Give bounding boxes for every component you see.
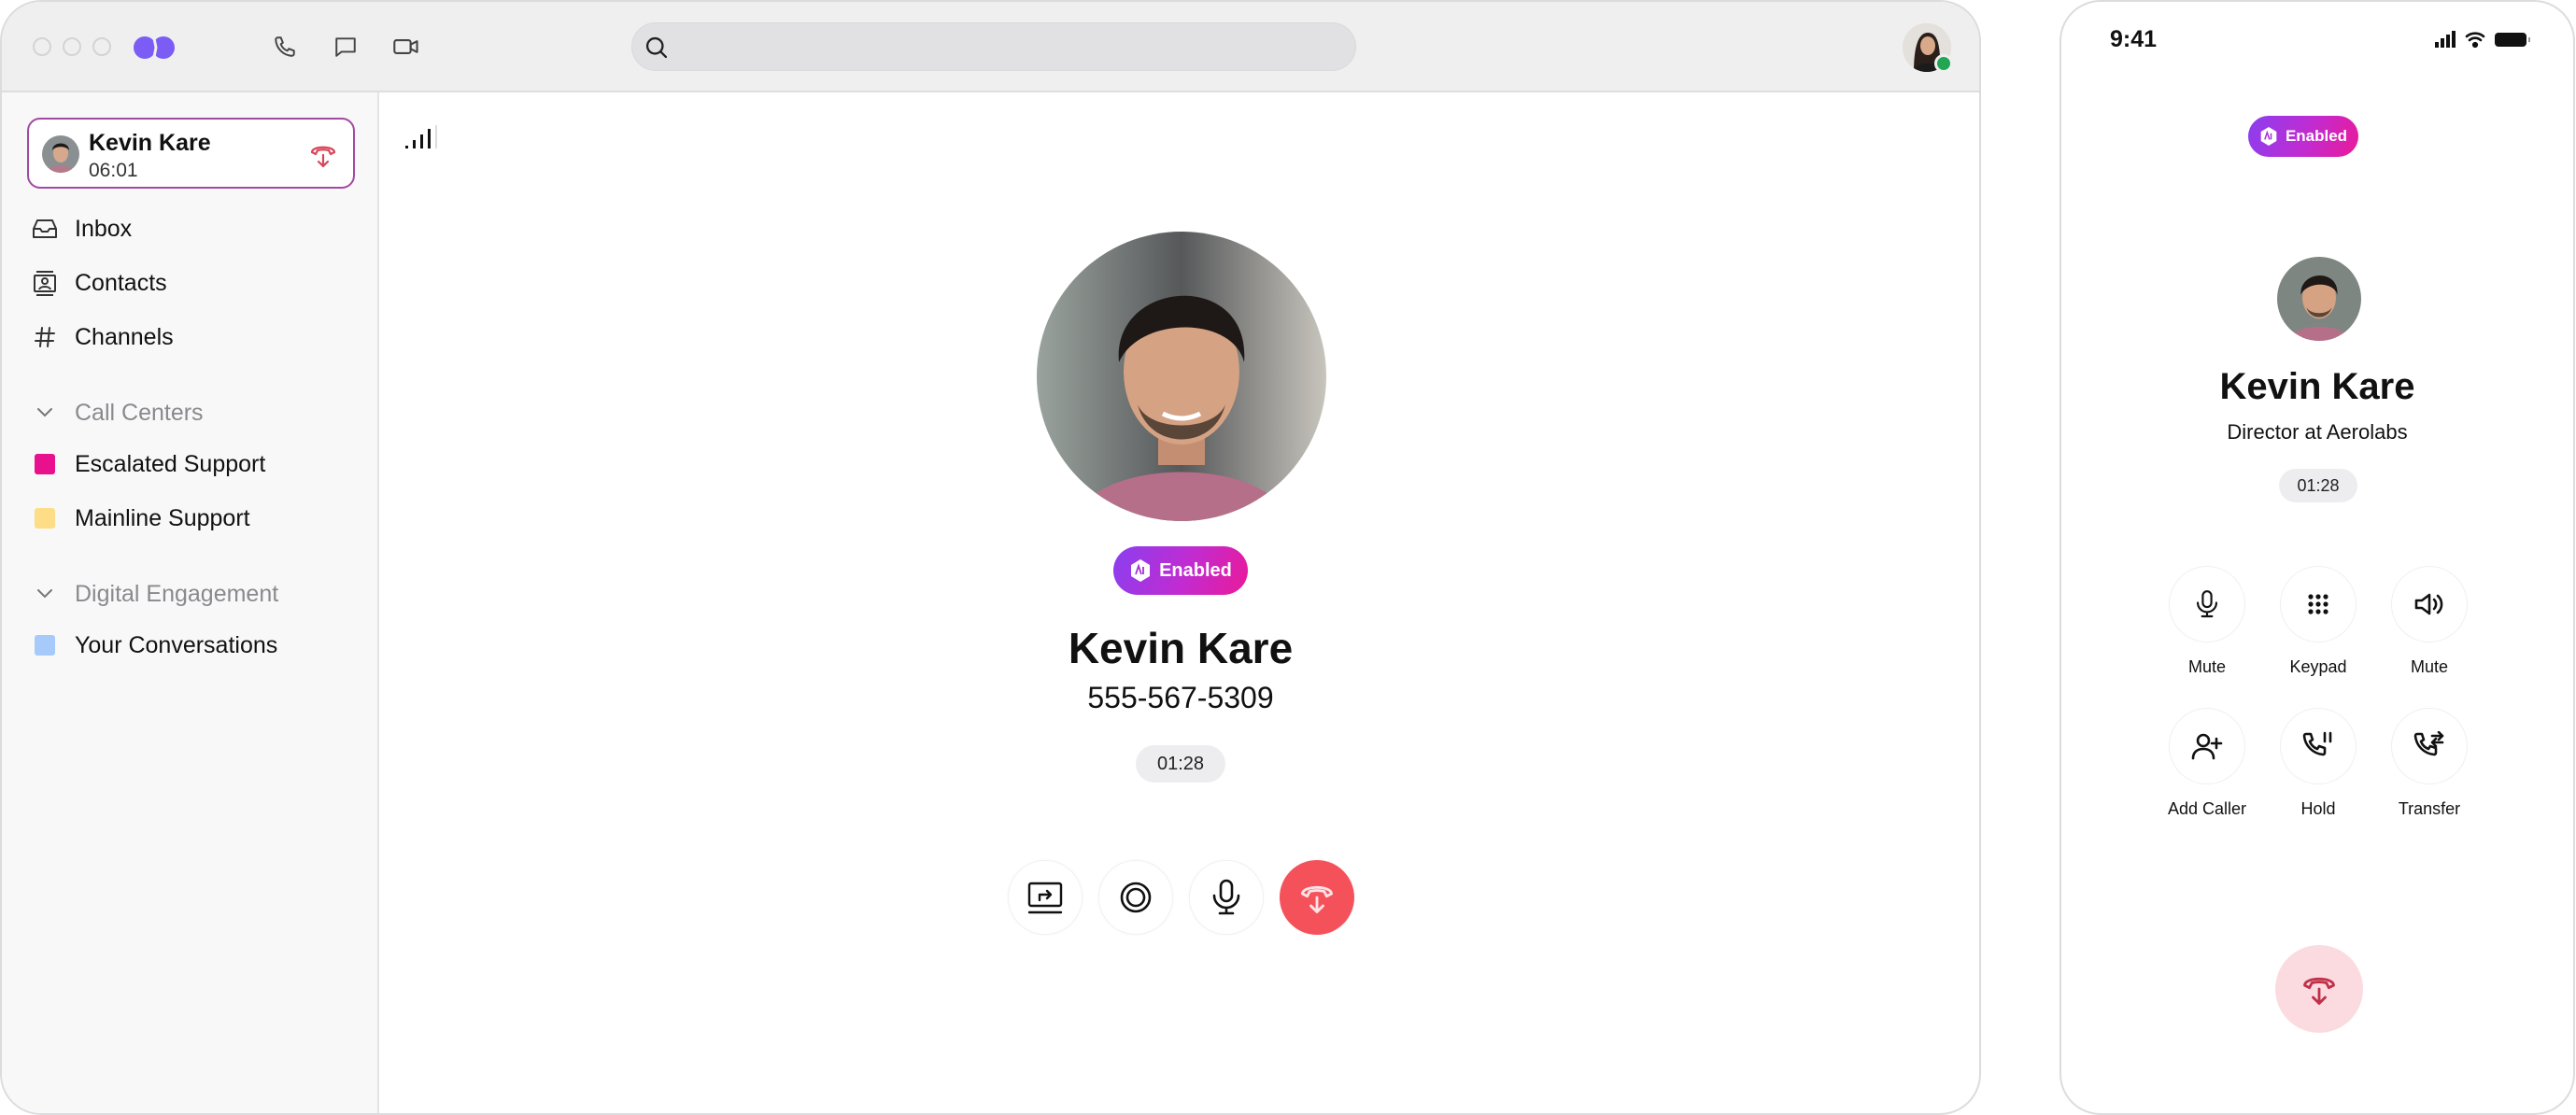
- sidebar-item-label: Contacts: [75, 269, 167, 296]
- add-caller-button[interactable]: [2169, 708, 2245, 784]
- window-minimize-button[interactable]: [63, 37, 81, 56]
- microphone-icon: [2196, 590, 2218, 618]
- section-title: Digital Engagement: [75, 580, 279, 607]
- add-user-icon: [2191, 733, 2223, 760]
- window-close-button[interactable]: [33, 37, 51, 56]
- sidebar-item-label: Escalated Support: [75, 450, 266, 477]
- desktop-app-window: Kevin Kare 06:01 Inbox Contacts Channels: [0, 0, 1981, 1115]
- section-header-call-centers[interactable]: Call Centers: [2, 389, 377, 436]
- sidebar-item-label: Your Conversations: [75, 631, 278, 658]
- contacts-icon: [32, 270, 58, 296]
- transfer-label: Transfer: [2398, 799, 2461, 818]
- sidebar-item-inbox[interactable]: Inbox: [2, 205, 377, 252]
- wifi-icon: [2465, 32, 2485, 49]
- phone-icon[interactable]: [271, 33, 299, 61]
- call-timer: 01:28: [2279, 469, 2357, 502]
- chat-icon[interactable]: [332, 33, 360, 61]
- caller-avatar: [42, 135, 79, 173]
- ai-hexagon-icon: [1129, 558, 1152, 583]
- hold-icon: [2302, 731, 2332, 756]
- record-button[interactable]: [1098, 860, 1173, 935]
- caller-photo: [2277, 257, 2361, 341]
- sidebar-item-your-conversations[interactable]: Your Conversations: [2, 622, 377, 669]
- end-call-button[interactable]: [2275, 945, 2363, 1033]
- speaker-icon: [2414, 593, 2443, 615]
- ai-enabled-badge: Enabled: [2248, 116, 2358, 157]
- app-logo-icon: [134, 33, 175, 63]
- record-icon: [1120, 882, 1152, 913]
- mobile-call-screen: 9:41 Enabled Kevin Kare Director at Aero…: [2059, 0, 2575, 1115]
- cellular-signal-icon: [2435, 31, 2456, 48]
- caller-photo: [1037, 232, 1326, 521]
- active-call-card[interactable]: Kevin Kare 06:01: [27, 118, 355, 189]
- window-maximize-button[interactable]: [92, 37, 111, 56]
- chevron-down-icon: [32, 581, 58, 607]
- battery-icon: [2495, 33, 2530, 47]
- mute-button[interactable]: [2169, 566, 2245, 642]
- sidebar-item-mainline-support[interactable]: Mainline Support: [2, 495, 377, 542]
- active-call-name: Kevin Kare: [89, 130, 211, 156]
- end-call-button[interactable]: [1280, 860, 1354, 935]
- status-bar-icons: [2435, 31, 2530, 49]
- color-swatch-icon: [32, 451, 58, 477]
- sidebar-item-label: Inbox: [75, 215, 133, 242]
- search-icon: [645, 36, 668, 59]
- section-title: Call Centers: [75, 399, 204, 426]
- transfer-button[interactable]: [2391, 708, 2468, 784]
- ai-enabled-badge: Enabled: [1113, 546, 1248, 595]
- color-swatch-icon: [32, 632, 58, 658]
- hang-up-icon: [2303, 977, 2335, 1005]
- caller-title: Director at Aerolabs: [2227, 420, 2408, 444]
- sidebar-item-escalated-support[interactable]: Escalated Support: [2, 441, 377, 487]
- microphone-icon: [1212, 879, 1240, 915]
- mute-microphone-button[interactable]: [1189, 860, 1264, 935]
- caller-phone-number: 555-567-5309: [1087, 681, 1274, 714]
- speaker-button[interactable]: [2391, 566, 2468, 642]
- signal-strength-icon: [405, 125, 437, 148]
- active-call-duration: 06:01: [89, 160, 138, 181]
- speaker-mute-label: Mute: [2410, 657, 2449, 676]
- video-icon[interactable]: [392, 33, 420, 61]
- badge-label: Enabled: [1159, 559, 1232, 581]
- hold-button[interactable]: [2280, 708, 2357, 784]
- sidebar-item-contacts[interactable]: Contacts: [2, 260, 377, 306]
- sidebar-item-label: Mainline Support: [75, 504, 250, 531]
- hang-up-icon: [1301, 885, 1333, 913]
- keypad-icon: [2308, 594, 2328, 614]
- search-input[interactable]: [679, 23, 1333, 70]
- status-bar-time: 9:41: [2110, 26, 2158, 52]
- caller-name: Kevin Kare: [2219, 366, 2415, 407]
- badge-label: Enabled: [2285, 127, 2348, 145]
- sidebar-item-channels[interactable]: Channels: [2, 314, 377, 360]
- transfer-icon: [2413, 731, 2444, 756]
- keypad-button[interactable]: [2280, 566, 2357, 642]
- chevron-down-icon: [32, 400, 58, 426]
- inbox-icon: [32, 216, 58, 242]
- title-bar: [2, 2, 1979, 92]
- search-bar[interactable]: [631, 22, 1356, 71]
- caller-name: Kevin Kare: [1068, 624, 1294, 672]
- ai-hexagon-icon: [2259, 126, 2278, 147]
- screen-share-button[interactable]: [1008, 860, 1083, 935]
- call-timer: 01:28: [1136, 745, 1225, 783]
- hash-icon: [32, 324, 58, 350]
- presence-online-indicator: [1934, 54, 1953, 73]
- hang-up-icon[interactable]: [307, 140, 339, 170]
- sidebar-item-label: Channels: [75, 323, 174, 350]
- color-swatch-icon: [32, 505, 58, 531]
- sidebar: Kevin Kare 06:01 Inbox Contacts Channels: [2, 92, 379, 1113]
- screen-share-icon: [1027, 882, 1063, 914]
- section-header-digital-engagement[interactable]: Digital Engagement: [2, 571, 377, 617]
